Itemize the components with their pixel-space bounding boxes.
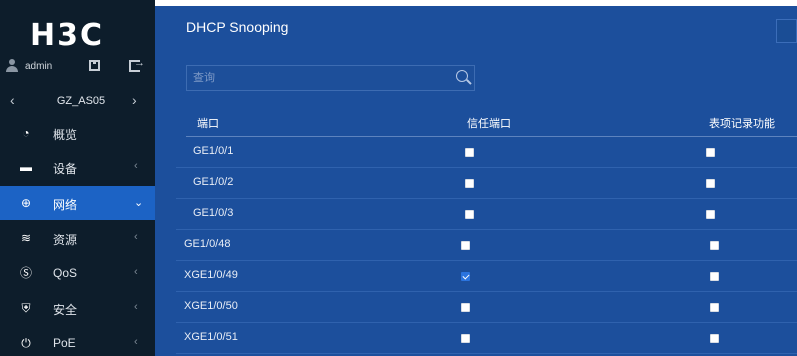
qos-icon: Ⓢ <box>19 266 32 280</box>
database-icon: ≋ <box>20 231 32 245</box>
trusted-port-checkbox[interactable] <box>465 148 474 157</box>
nav-item-label: PoE <box>53 336 76 350</box>
nav-item-1[interactable]: ▬ 设备 ‹ <box>0 150 162 184</box>
record-function-checkbox[interactable] <box>710 334 719 343</box>
nav-item-5[interactable]: ⛨ 安全 ‹ <box>0 291 162 325</box>
nav-item-label: QoS <box>53 266 78 280</box>
corner-button[interactable] <box>776 19 797 43</box>
save-icon[interactable] <box>89 60 100 71</box>
row-divider <box>176 353 797 354</box>
trusted-port-checkbox[interactable] <box>461 334 470 343</box>
record-function-checkbox[interactable] <box>706 210 715 219</box>
chevron-left-icon: ‹ <box>134 160 138 172</box>
poe-icon: ⏻ <box>21 336 31 350</box>
trusted-port-checkbox[interactable] <box>461 303 470 312</box>
chevron-left-icon: ‹ <box>134 301 138 313</box>
record-function-checkbox[interactable] <box>710 241 719 250</box>
user-icon <box>6 59 18 73</box>
trusted-port-checkbox[interactable] <box>465 210 474 219</box>
device-switcher: ‹ GZ_AS05 › <box>0 92 162 112</box>
page-title: DHCP Snooping <box>186 19 289 35</box>
user-bar: admin <box>0 56 162 80</box>
chevron-down-icon: ⌄ <box>134 197 144 209</box>
nav-item-4[interactable]: Ⓢ QoS ‹ <box>0 256 162 290</box>
table-row: GE1/0/48 <box>176 230 797 261</box>
trusted-port-checkbox[interactable] <box>461 272 470 281</box>
record-function-checkbox[interactable] <box>710 303 719 312</box>
app-root: H3C admin ‹ GZ_AS05 › ◔ 概览 ▬ 设备 ‹ ⊕ 网络 ⌄ ≋ 资源 ‹ Ⓢ Qo… <box>0 0 797 356</box>
nav-item-label: 资源 <box>53 233 78 247</box>
nav-item-3[interactable]: ≋ 资源 ‹ <box>0 221 162 255</box>
device-name: GZ_AS05 <box>56 95 106 107</box>
column-header-port: 端口 <box>197 118 219 130</box>
record-function-checkbox[interactable] <box>706 148 715 157</box>
table-row: GE1/0/3 <box>176 199 797 230</box>
nav-item-label: 安全 <box>53 303 78 317</box>
username: admin <box>25 61 53 72</box>
chevron-left-icon: ‹ <box>134 231 138 243</box>
trusted-port-checkbox[interactable] <box>461 241 470 250</box>
port-name: XGE1/0/51 <box>184 331 238 343</box>
record-function-checkbox[interactable] <box>706 179 715 188</box>
brand-logo: H3C <box>30 18 104 53</box>
port-name: GE1/0/1 <box>193 145 234 157</box>
nav-item-2[interactable]: ⊕ 网络 ⌄ <box>0 186 162 220</box>
nav-item-6[interactable]: ⏻ PoE ‹ <box>0 326 162 356</box>
column-header-trusted: 信任端口 <box>467 118 511 130</box>
column-header-record: 表项记录功能 <box>709 118 775 130</box>
chevron-left-icon: ‹ <box>134 336 138 348</box>
search-icon[interactable] <box>456 70 468 82</box>
port-name: XGE1/0/50 <box>184 300 238 312</box>
device-icon: ▬ <box>20 160 32 174</box>
table-row: XGE1/0/50 <box>176 292 797 323</box>
sidebar: H3C admin ‹ GZ_AS05 › ◔ 概览 ▬ 设备 ‹ ⊕ 网络 ⌄ ≋ 资源 ‹ Ⓢ Qo… <box>0 0 162 356</box>
record-function-checkbox[interactable] <box>710 272 719 281</box>
device-next-button[interactable]: › <box>132 92 137 108</box>
shield-icon: ⛨ <box>21 301 31 315</box>
port-name: GE1/0/48 <box>184 238 231 250</box>
trusted-port-checkbox[interactable] <box>465 179 474 188</box>
table-row: GE1/0/2 <box>176 168 797 199</box>
nav-item-label: 网络 <box>53 198 78 212</box>
dashboard-icon: ◔ <box>22 126 30 140</box>
nav-item-label: 概览 <box>53 128 78 142</box>
port-name: XGE1/0/49 <box>184 269 238 281</box>
nav-item-label: 设备 <box>53 162 78 176</box>
chevron-left-icon: ‹ <box>134 266 138 278</box>
table-row: XGE1/0/51 <box>176 323 797 354</box>
port-name: GE1/0/2 <box>193 176 234 188</box>
globe-icon: ⊕ <box>20 196 32 210</box>
port-name: GE1/0/3 <box>193 207 234 219</box>
search-box <box>186 65 475 91</box>
nav-item-0[interactable]: ◔ 概览 <box>0 116 162 150</box>
table-row: XGE1/0/49 <box>176 261 797 292</box>
top-strip <box>155 0 797 6</box>
table-row: GE1/0/1 <box>176 137 797 168</box>
logout-icon[interactable] <box>129 57 145 72</box>
search-input[interactable] <box>187 66 452 90</box>
